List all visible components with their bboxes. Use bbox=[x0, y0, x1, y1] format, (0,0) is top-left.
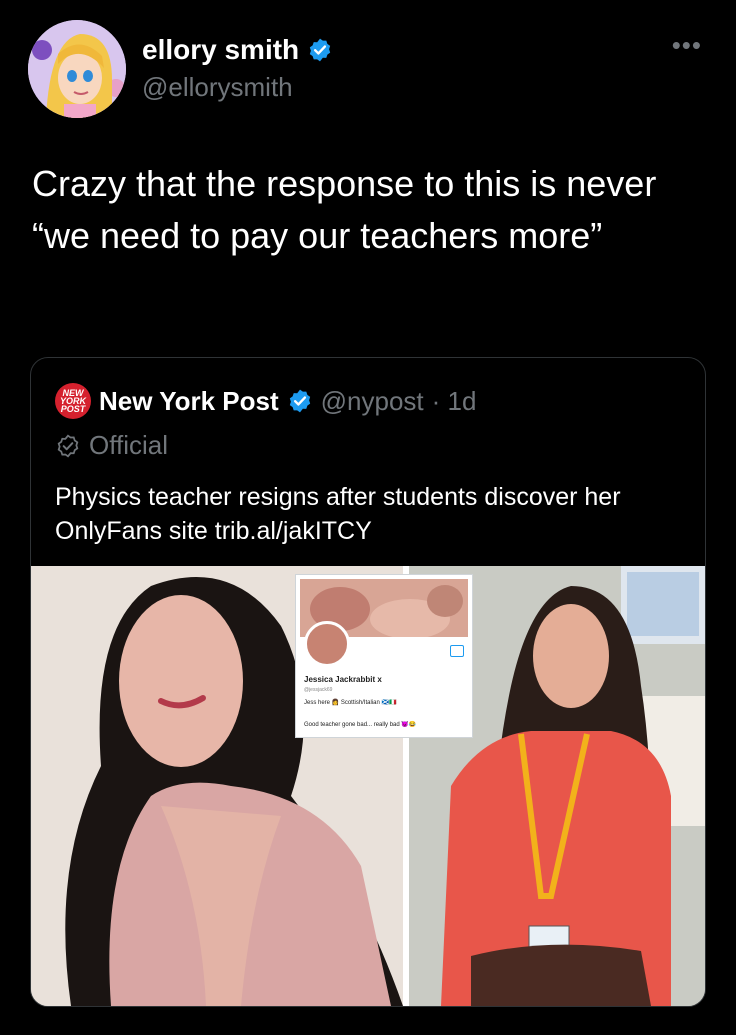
cartoon-avatar-icon bbox=[28, 20, 126, 118]
more-options-icon[interactable]: ••• bbox=[672, 32, 702, 58]
author-name[interactable]: ellory smith bbox=[142, 34, 299, 66]
profile-name: Jessica Jackrabbit x bbox=[304, 675, 382, 684]
onlyfans-profile-card: Jessica Jackrabbit x @jessjack69 Jess he… bbox=[295, 574, 473, 738]
author-handle[interactable]: @ellorysmith bbox=[142, 72, 293, 103]
nypost-logo-icon[interactable]: NEW YORK POST bbox=[55, 383, 91, 419]
quoted-tweet-time: · 1d bbox=[431, 385, 477, 416]
official-badge-icon bbox=[57, 434, 79, 457]
official-text: Official bbox=[89, 430, 168, 460]
quoted-tweet-header: NEW YORK POST New York Post @nypost · 1d bbox=[55, 383, 477, 419]
official-label: Official bbox=[55, 430, 168, 461]
quoted-tweet-text: Physics teacher resigns after students d… bbox=[55, 483, 621, 545]
author-avatar[interactable] bbox=[28, 20, 126, 118]
quoted-tweet-image[interactable]: Jessica Jackrabbit x @jessjack69 Jess he… bbox=[31, 566, 705, 1006]
quoted-author-name[interactable]: New York Post bbox=[99, 386, 279, 417]
profile-handle: @jessjack69 bbox=[304, 687, 333, 693]
verified-badge-icon bbox=[309, 38, 331, 62]
share-icon bbox=[450, 645, 464, 657]
verified-badge-icon bbox=[289, 389, 310, 413]
quoted-tweet[interactable]: NEW YORK POST New York Post @nypost · 1d… bbox=[30, 357, 706, 1007]
profile-bio: Jess here 👩 Scottish/Italian 🏴󠁧󠁢󠁳󠁣󠁴󠁿🇮🇹 bbox=[304, 700, 397, 706]
profile-bio-line2: Good teacher gone bad... really bad 😈😂 bbox=[304, 722, 417, 728]
profile-avatar bbox=[304, 621, 350, 667]
nypost-logo-text: NEW YORK POST bbox=[59, 388, 86, 414]
tweet-text: Crazy that the response to this is never… bbox=[32, 163, 657, 256]
quoted-author-handle[interactable]: @nypost bbox=[321, 386, 424, 417]
author-name-row: ellory smith bbox=[142, 34, 333, 66]
